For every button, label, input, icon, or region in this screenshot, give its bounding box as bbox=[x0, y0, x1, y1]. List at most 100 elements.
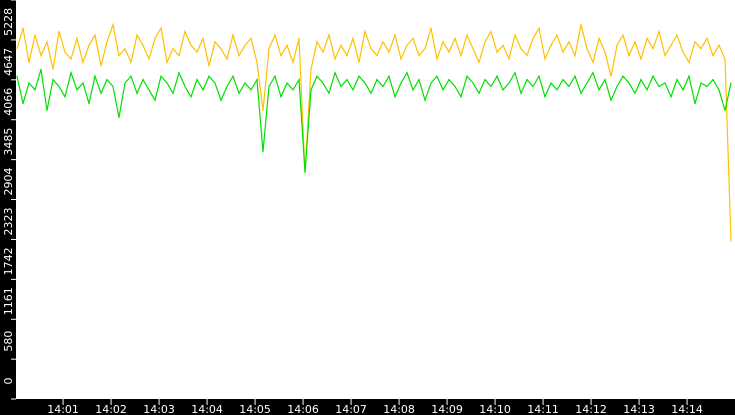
data-point-orange bbox=[154, 37, 156, 39]
y-tick-label: 580 bbox=[2, 331, 15, 352]
data-point-green bbox=[262, 151, 264, 153]
data-point-orange bbox=[292, 61, 294, 64]
data-point-orange bbox=[592, 61, 594, 64]
data-point-orange bbox=[538, 27, 540, 29]
data-point-green bbox=[208, 75, 210, 77]
data-point-orange bbox=[418, 54, 420, 57]
data-point-orange bbox=[328, 34, 330, 36]
data-point-orange bbox=[190, 44, 192, 46]
data-point-green bbox=[688, 75, 690, 77]
data-point-green bbox=[136, 92, 138, 94]
data-point-orange bbox=[346, 54, 348, 57]
data-point-green bbox=[256, 79, 258, 81]
data-point-green bbox=[586, 82, 588, 84]
x-tick-label: 14:05 bbox=[239, 403, 271, 415]
data-point-green bbox=[130, 75, 132, 77]
data-point-green bbox=[652, 75, 654, 77]
y-tick-label: 2904 bbox=[2, 168, 15, 196]
data-point-green bbox=[700, 82, 702, 84]
data-point-green bbox=[544, 96, 546, 98]
data-point-green bbox=[394, 96, 396, 98]
data-point-green bbox=[196, 79, 198, 81]
data-point-orange bbox=[46, 41, 48, 43]
data-point-green bbox=[244, 82, 246, 84]
data-point-green bbox=[274, 75, 276, 77]
data-point-orange bbox=[298, 37, 300, 39]
data-point-green bbox=[148, 89, 150, 91]
x-tick-label: 14:12 bbox=[575, 403, 607, 415]
data-point-orange bbox=[616, 44, 618, 46]
data-point-orange bbox=[508, 58, 510, 60]
x-tick-label: 14:13 bbox=[623, 403, 655, 415]
data-point-orange bbox=[124, 48, 126, 50]
data-point-orange bbox=[664, 54, 666, 57]
x-tick-label: 14:10 bbox=[479, 403, 511, 415]
data-point-orange bbox=[712, 54, 714, 57]
data-point-green bbox=[250, 89, 252, 91]
data-point-green bbox=[424, 99, 426, 101]
data-point-green bbox=[646, 89, 648, 91]
data-point-green bbox=[268, 85, 270, 88]
data-point-green bbox=[52, 79, 54, 81]
data-point-orange bbox=[208, 65, 210, 67]
data-point-green bbox=[22, 103, 24, 105]
data-point-orange bbox=[388, 51, 390, 53]
data-point-green bbox=[310, 89, 312, 91]
data-point-green bbox=[430, 82, 432, 84]
data-point-green bbox=[34, 89, 36, 91]
data-point-green bbox=[718, 89, 720, 91]
data-point-orange bbox=[532, 37, 534, 39]
data-point-green bbox=[400, 82, 402, 84]
x-tick-label: 14:11 bbox=[527, 403, 559, 415]
data-point-green bbox=[154, 99, 156, 101]
y-tick-label: 2323 bbox=[2, 207, 15, 235]
data-point-green bbox=[304, 171, 306, 173]
data-point-orange bbox=[670, 44, 672, 46]
data-point-orange bbox=[16, 48, 18, 50]
data-point-orange bbox=[376, 54, 378, 57]
data-point-green bbox=[16, 75, 18, 77]
data-point-green bbox=[592, 72, 594, 74]
x-tick-label: 14:14 bbox=[671, 403, 703, 415]
data-point-green bbox=[358, 75, 360, 77]
data-point-orange bbox=[370, 48, 372, 50]
data-point-green bbox=[106, 79, 108, 81]
data-point-green bbox=[634, 92, 636, 94]
data-point-green bbox=[298, 79, 300, 81]
data-point-orange bbox=[478, 61, 480, 64]
data-point-green bbox=[328, 92, 330, 94]
data-point-green bbox=[724, 109, 726, 112]
data-point-orange bbox=[574, 54, 576, 57]
data-point-green bbox=[160, 75, 162, 77]
data-point-green bbox=[286, 82, 288, 84]
data-point-green bbox=[676, 79, 678, 81]
data-point-orange bbox=[352, 37, 354, 39]
data-point-green bbox=[178, 72, 180, 74]
data-point-green bbox=[658, 85, 660, 88]
data-point-orange bbox=[460, 54, 462, 57]
data-point-orange bbox=[172, 48, 174, 50]
data-point-orange bbox=[40, 54, 42, 57]
data-point-orange bbox=[580, 24, 582, 26]
data-point-orange bbox=[658, 30, 660, 33]
x-tick-label: 14:06 bbox=[287, 403, 319, 415]
data-point-orange bbox=[730, 240, 732, 242]
data-point-green bbox=[520, 92, 522, 94]
data-point-orange bbox=[568, 41, 570, 43]
data-point-orange bbox=[490, 30, 492, 33]
x-tick-label: 14:02 bbox=[95, 403, 127, 415]
data-point-green bbox=[376, 79, 378, 81]
data-point-orange bbox=[412, 37, 414, 39]
data-point-orange bbox=[610, 75, 612, 77]
data-point-orange bbox=[334, 58, 336, 60]
data-point-orange bbox=[142, 44, 144, 46]
data-point-green bbox=[712, 79, 714, 81]
data-point-green bbox=[538, 75, 540, 77]
data-point-green bbox=[616, 85, 618, 88]
data-point-green bbox=[460, 96, 462, 98]
data-point-green bbox=[478, 92, 480, 94]
data-point-green bbox=[40, 68, 42, 70]
data-point-orange bbox=[520, 48, 522, 50]
data-point-orange bbox=[718, 44, 720, 46]
data-point-orange bbox=[52, 68, 54, 70]
